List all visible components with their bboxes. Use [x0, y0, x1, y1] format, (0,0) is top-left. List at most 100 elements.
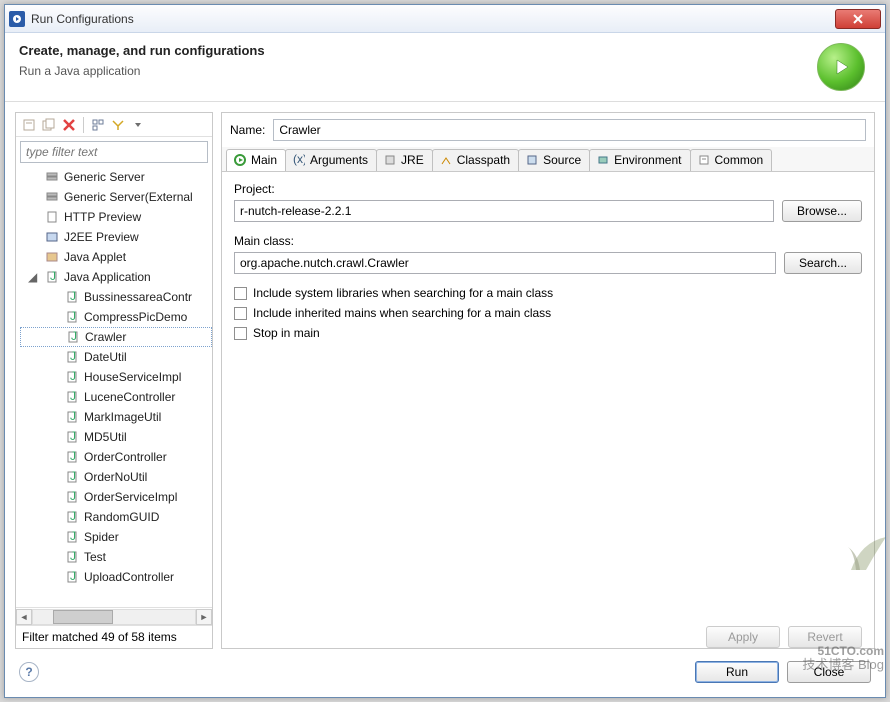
- tab-classpath-icon: [439, 153, 453, 167]
- tree-item-label: Generic Server: [64, 170, 145, 184]
- run-button[interactable]: Run: [695, 661, 779, 683]
- filter-input[interactable]: [20, 141, 208, 163]
- svg-text:J: J: [70, 431, 76, 443]
- tree-item-dateutil[interactable]: JDateUtil: [20, 347, 212, 367]
- tree-item-lucenecontroller[interactable]: J LuceneController: [20, 387, 212, 407]
- scroll-track[interactable]: [32, 609, 196, 625]
- tab-label: JRE: [401, 153, 424, 167]
- close-button[interactable]: Close: [787, 661, 871, 683]
- delete-config-button[interactable]: [60, 116, 78, 134]
- include-inherited-row[interactable]: Include inherited mains when searching f…: [234, 306, 862, 320]
- search-button[interactable]: Search...: [784, 252, 862, 274]
- tree-item-generic-server[interactable]: Generic Server: [20, 167, 212, 187]
- svg-text:J: J: [70, 371, 76, 383]
- include-syslibs-row[interactable]: Include system libraries when searching …: [234, 286, 862, 300]
- tree-item-crawler[interactable]: JCrawler: [20, 327, 212, 347]
- tree-item-houseserviceimpl[interactable]: J HouseServiceImpl: [20, 367, 212, 387]
- java-icon: J: [64, 390, 80, 404]
- include-inherited-checkbox[interactable]: [234, 307, 247, 320]
- tab-common[interactable]: Common: [690, 149, 773, 171]
- include-inherited-label: Include inherited mains when searching f…: [253, 306, 551, 320]
- project-input[interactable]: [234, 200, 774, 222]
- tree-item-label: MD5Util: [84, 430, 127, 444]
- server-icon: [44, 170, 60, 184]
- tab-environment[interactable]: Environment: [589, 149, 690, 171]
- filter-button[interactable]: [109, 116, 127, 134]
- tab-label: Common: [715, 153, 764, 167]
- scroll-right-arrow[interactable]: ►: [196, 609, 212, 625]
- name-input[interactable]: [273, 119, 866, 141]
- toolbar-separator: [83, 117, 84, 133]
- tree-item-markimageutil[interactable]: JMarkImageUtil: [20, 407, 212, 427]
- svg-text:(x)=: (x)=: [293, 154, 305, 166]
- tree-item-http-preview[interactable]: HTTP Preview: [20, 207, 212, 227]
- include-syslibs-checkbox[interactable]: [234, 287, 247, 300]
- java-icon: J: [64, 410, 80, 424]
- svg-text:J: J: [71, 331, 77, 343]
- tab-jre[interactable]: JRE: [376, 149, 433, 171]
- java-icon: J: [64, 470, 80, 484]
- window-close-button[interactable]: [835, 9, 881, 29]
- expander-icon[interactable]: ◢: [28, 270, 40, 284]
- java-icon: J: [64, 490, 80, 504]
- tab-main[interactable]: Main: [226, 149, 286, 171]
- stop-in-main-checkbox[interactable]: [234, 327, 247, 340]
- tree-item-label: DateUtil: [84, 350, 127, 364]
- tree-item-md5util[interactable]: J MD5Util: [20, 427, 212, 447]
- include-syslibs-label: Include system libraries when searching …: [253, 286, 553, 300]
- tab-main-icon: [233, 153, 247, 167]
- tree-item-label: Generic Server(External: [64, 190, 193, 204]
- tree-item-ordernoutil[interactable]: JOrderNoUtil: [20, 467, 212, 487]
- tree-item-bussinessareacontr[interactable]: JBussinessareaContr: [20, 287, 212, 307]
- tree-item-label: OrderController: [84, 450, 167, 464]
- toolbar-menu-arrow[interactable]: [129, 116, 147, 134]
- run-configurations-window: Run Configurations Create, manage, and r…: [4, 4, 886, 698]
- app-icon: [9, 11, 25, 27]
- tree-item-j2ee-preview[interactable]: J2EE Preview: [20, 227, 212, 247]
- mainclass-label: Main class:: [234, 234, 862, 248]
- tree-item-uploadcontroller[interactable]: JUploadController: [20, 567, 212, 587]
- config-tree[interactable]: Generic Server Generic Server(External HTT…: [16, 167, 212, 607]
- tab-classpath[interactable]: Classpath: [432, 149, 519, 171]
- mainclass-input[interactable]: [234, 252, 776, 274]
- apply-button[interactable]: Apply: [706, 626, 780, 648]
- tree-item-label: RandomGUID: [84, 510, 159, 524]
- help-button[interactable]: ?: [19, 662, 39, 682]
- config-tree-panel: Generic Server Generic Server(External HTT…: [15, 112, 213, 649]
- collapse-all-button[interactable]: [89, 116, 107, 134]
- main-tab-body: Project: Browse... Main class: Search...…: [222, 172, 874, 618]
- scroll-thumb[interactable]: [53, 610, 113, 624]
- tree-item-randomguid[interactable]: JRandomGUID: [20, 507, 212, 527]
- horizontal-scrollbar[interactable]: ◄ ►: [16, 607, 212, 625]
- tree-item-test[interactable]: JTest: [20, 547, 212, 567]
- revert-button[interactable]: Revert: [788, 626, 862, 648]
- close-icon: [852, 14, 864, 24]
- tree-item-generic-server-external[interactable]: Generic Server(External: [20, 187, 212, 207]
- svg-text:J: J: [70, 451, 76, 463]
- config-editor-panel: Name: Main(x)=ArgumentsJREClasspathSourc…: [221, 112, 875, 649]
- java-icon: J: [64, 430, 80, 444]
- svg-text:J: J: [70, 311, 76, 323]
- tab-source[interactable]: Source: [518, 149, 590, 171]
- new-config-button[interactable]: [20, 116, 38, 134]
- duplicate-config-button[interactable]: [40, 116, 58, 134]
- stop-in-main-label: Stop in main: [253, 326, 320, 340]
- tree-item-ordercontroller[interactable]: J OrderController: [20, 447, 212, 467]
- java-icon: J: [65, 330, 81, 344]
- tree-item-orderserviceimpl[interactable]: JOrderServiceImpl: [20, 487, 212, 507]
- tree-item-compresspicdemo[interactable]: JCompressPicDemo: [20, 307, 212, 327]
- tab-arguments-icon: (x)=: [292, 153, 306, 167]
- svg-text:J: J: [70, 411, 76, 423]
- tree-item-java-applet[interactable]: Java Applet: [20, 247, 212, 267]
- tab-arguments[interactable]: (x)=Arguments: [285, 149, 377, 171]
- scroll-left-arrow[interactable]: ◄: [16, 609, 32, 625]
- tree-item-spider[interactable]: JSpider: [20, 527, 212, 547]
- tab-label: Source: [543, 153, 581, 167]
- tree-item-label: LuceneController: [84, 390, 175, 404]
- stop-in-main-row[interactable]: Stop in main: [234, 326, 862, 340]
- tree-item-java-application[interactable]: ◢JJava Application: [20, 267, 212, 287]
- applet-icon: [44, 250, 60, 264]
- tree-item-label: HouseServiceImpl: [84, 370, 181, 384]
- browse-button[interactable]: Browse...: [782, 200, 862, 222]
- header-heading: Create, manage, and run configurations: [19, 43, 817, 58]
